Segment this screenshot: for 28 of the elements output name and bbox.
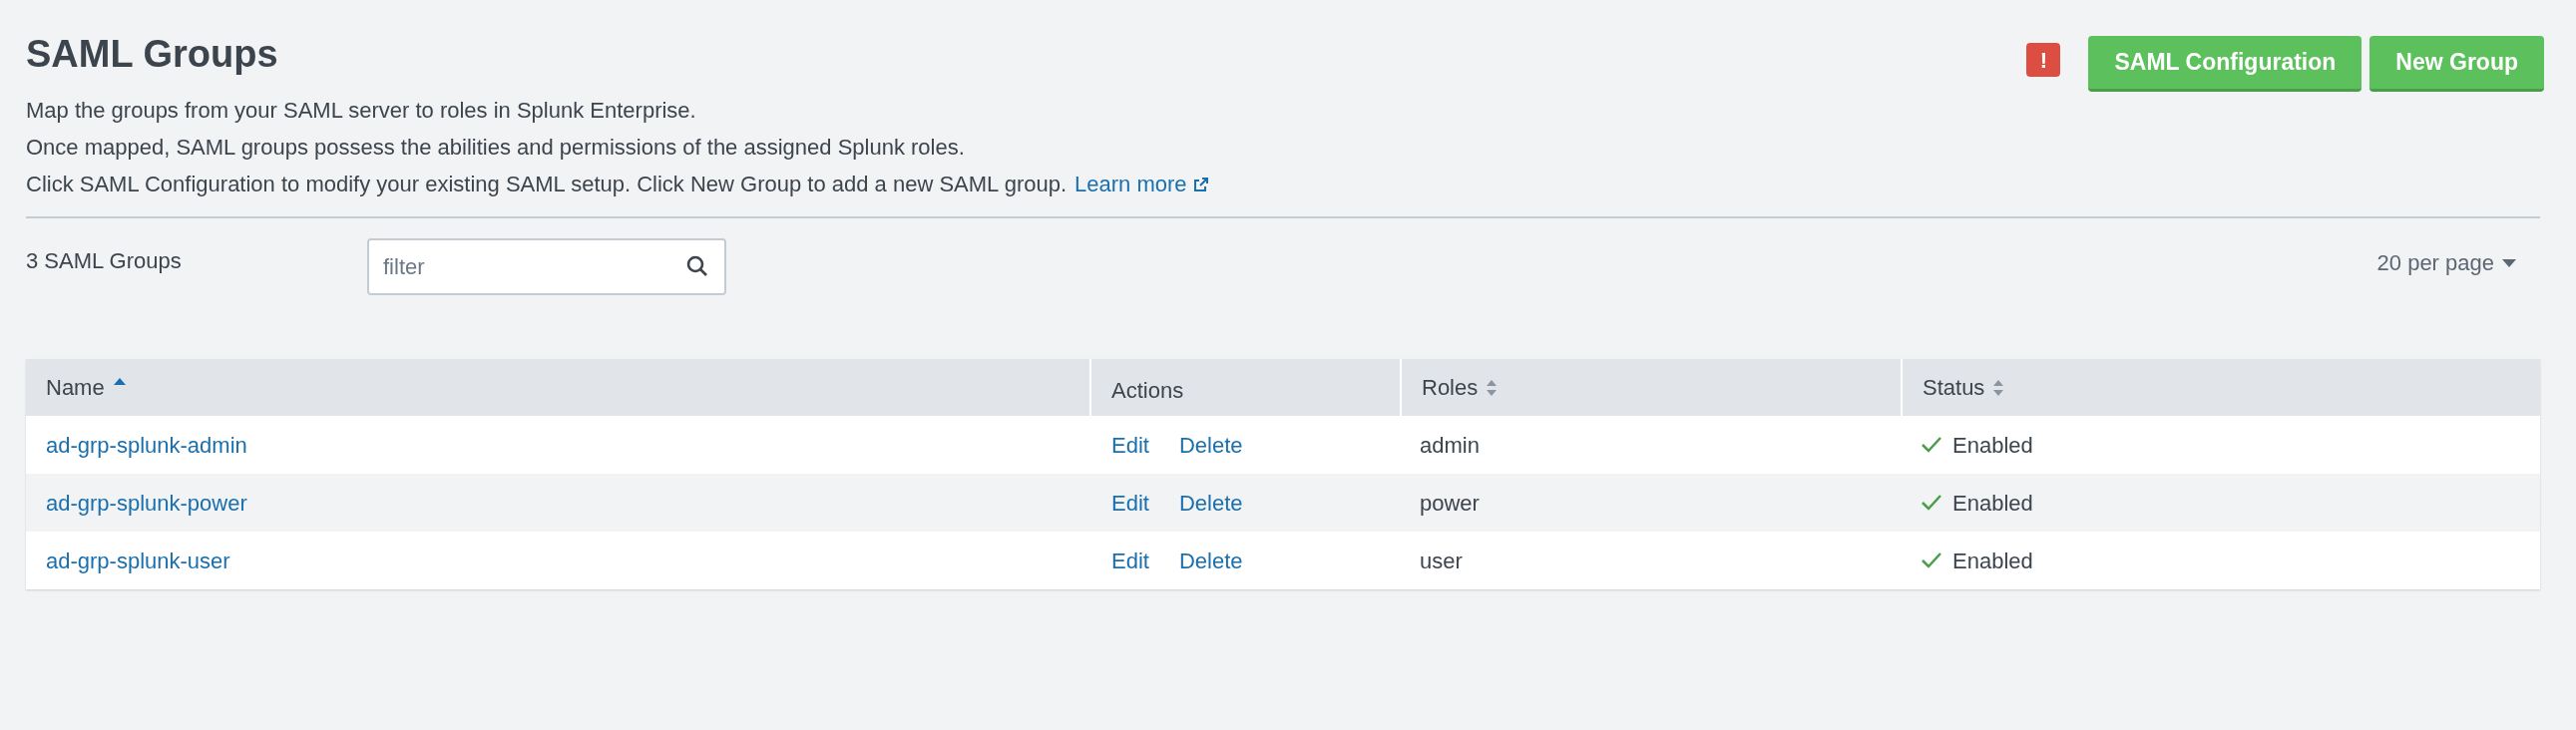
page-title: SAML Groups <box>26 32 279 77</box>
role-text: admin <box>1420 432 1480 458</box>
edit-link[interactable]: Edit <box>1111 428 1149 462</box>
group-name-link[interactable]: ad-grp-splunk-admin <box>46 432 247 458</box>
edit-link[interactable]: Edit <box>1111 544 1149 577</box>
group-name-link[interactable]: ad-grp-splunk-power <box>46 490 247 516</box>
column-header[interactable]: Name <box>26 359 1089 416</box>
per-page-dropdown[interactable]: 20 per page <box>2376 246 2516 279</box>
status-text: Enabled <box>1952 489 2033 518</box>
description-text: Once mapped, SAML groups possess the abilities and permissions of the assigned Splunk roles. <box>26 134 965 162</box>
search-icon <box>686 255 708 277</box>
delete-link[interactable]: Delete <box>1178 428 1243 462</box>
error-badge: ! <box>2026 43 2061 77</box>
role-text: user <box>1420 548 1463 573</box>
role-text: power <box>1420 490 1480 516</box>
status-text: Enabled <box>1952 547 2033 575</box>
caret-icon <box>2502 258 2516 267</box>
learn-more-link[interactable]: Learn more <box>1074 166 1209 202</box>
delete-link[interactable]: Delete <box>1178 544 1243 577</box>
status-text: Enabled <box>1952 431 2033 460</box>
group-name-link[interactable]: ad-grp-splunk-user <box>46 548 230 573</box>
external-link-icon <box>1192 176 1209 192</box>
group-count: 3 SAML Groups <box>26 247 183 275</box>
description-text: Click SAML Configuration to modify your existing SAML setup. Click New Group to add a new SAML group. <box>26 171 1068 198</box>
description-text: Map the groups from your SAML server to roles in Splunk Enterprise. <box>26 97 696 125</box>
edit-link[interactable]: Edit <box>1111 486 1149 520</box>
filter-field[interactable]: filter <box>367 238 726 295</box>
delete-link[interactable]: Delete <box>1178 486 1243 520</box>
